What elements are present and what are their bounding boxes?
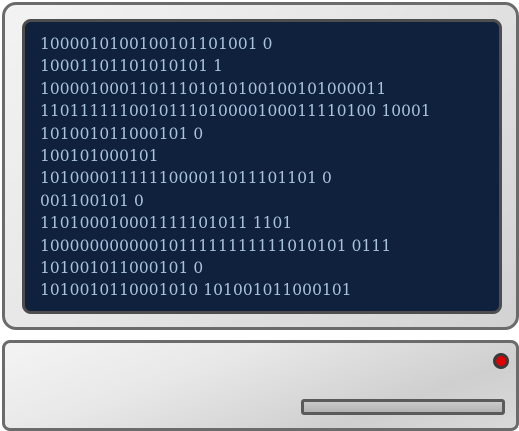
- code-line: 100101000101: [40, 146, 159, 165]
- code-line: 1000000000001011111111111010101 0111: [40, 236, 392, 255]
- code-line: 1000010100100101101001 0: [40, 35, 273, 53]
- power-led-icon: [493, 353, 509, 369]
- code-line: 1101111110010111010000100011110100 10001: [40, 102, 431, 121]
- disk-drive-slot: [301, 399, 505, 415]
- code-line: 110100010001111101011 1101: [40, 214, 293, 233]
- code-line: 101001011000101 0: [40, 124, 204, 143]
- computer-base-unit: [2, 340, 519, 431]
- code-line: 101001011000101 0: [40, 258, 204, 277]
- code-line: 10001101101010101 1: [40, 57, 224, 76]
- binary-code-text: 1000010100100101101001 0 100011011010101…: [40, 33, 431, 302]
- code-line: 10000100011011101010100100101000011: [40, 79, 387, 98]
- code-line: 001100101 0: [40, 191, 144, 210]
- code-line: 1010000111111000011011101101 0: [40, 169, 332, 188]
- code-line: 1010010110001010 101001011000101: [40, 281, 352, 300]
- monitor: 1000010100100101101001 0 100011011010101…: [2, 2, 519, 330]
- monitor-screen: 1000010100100101101001 0 100011011010101…: [22, 19, 502, 314]
